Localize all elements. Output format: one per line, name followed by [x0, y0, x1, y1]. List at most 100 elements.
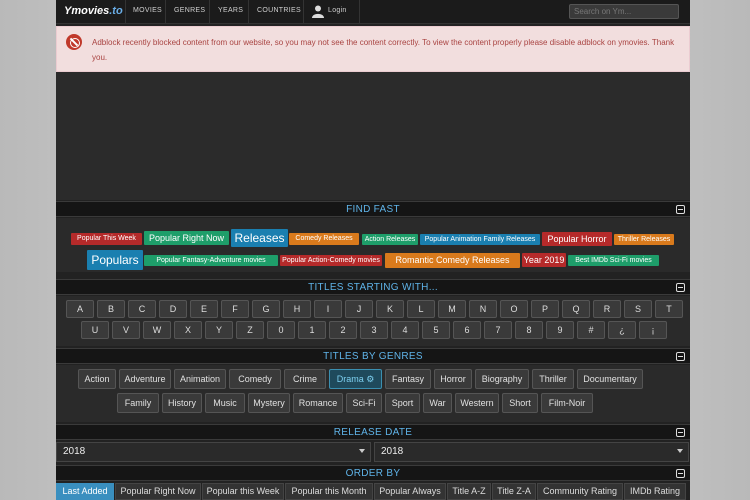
letter-button-¡[interactable]: ¡	[639, 321, 667, 339]
order-option[interactable]: Popular Always	[374, 483, 446, 500]
letter-button-8[interactable]: 8	[515, 321, 543, 339]
find-fast-tag[interactable]: Romantic Comedy Releases	[385, 253, 520, 268]
find-fast-tag[interactable]: Comedy Releases	[289, 233, 359, 245]
letter-button-0[interactable]: 0	[267, 321, 295, 339]
release-to-select[interactable]: 2018	[374, 442, 689, 462]
order-option[interactable]: Popular Right Now	[115, 483, 201, 500]
genre-button-western[interactable]: Western	[455, 393, 499, 413]
genre-button-family[interactable]: Family	[117, 393, 159, 413]
letter-button-6[interactable]: 6	[453, 321, 481, 339]
find-fast-tag[interactable]: Releases	[231, 229, 288, 247]
letter-button-1[interactable]: 1	[298, 321, 326, 339]
letter-button-R[interactable]: R	[593, 300, 621, 318]
genre-button-documentary[interactable]: Documentary	[577, 369, 643, 389]
genre-button-mystery[interactable]: Mystery	[248, 393, 290, 413]
letter-button-O[interactable]: O	[500, 300, 528, 318]
letter-button-D[interactable]: D	[159, 300, 187, 318]
letter-button-V[interactable]: V	[112, 321, 140, 339]
order-option[interactable]: Community Rating	[537, 483, 623, 500]
letter-button-S[interactable]: S	[624, 300, 652, 318]
nav-countries[interactable]: COUNTRIES	[257, 7, 301, 14]
letter-button-I[interactable]: I	[314, 300, 342, 318]
search-input[interactable]: Search on Ym...	[569, 4, 679, 19]
collapse-icon[interactable]	[676, 428, 685, 437]
find-fast-tag[interactable]: Popular Fantasy-Adventure movies	[144, 255, 278, 266]
nav-years[interactable]: YEARS	[218, 7, 243, 14]
genre-button-romance[interactable]: Romance	[293, 393, 343, 413]
letter-button-Q[interactable]: Q	[562, 300, 590, 318]
letter-button-G[interactable]: G	[252, 300, 280, 318]
letter-button-E[interactable]: E	[190, 300, 218, 318]
genre-button-horror[interactable]: Horror	[434, 369, 472, 389]
titles-starting-header: TITLES STARTING WITH...	[56, 279, 690, 295]
letter-button-M[interactable]: M	[438, 300, 466, 318]
letter-button-Z[interactable]: Z	[236, 321, 264, 339]
find-fast-tag[interactable]: Popular Action-Comedy movies	[280, 255, 382, 266]
find-fast-tag[interactable]: Best IMDb Sci-Fi movies	[568, 255, 659, 266]
letter-button-L[interactable]: L	[407, 300, 435, 318]
find-fast-tag[interactable]: Popular Animation Family Releases	[420, 234, 540, 245]
collapse-icon[interactable]	[676, 205, 685, 214]
letter-button-2[interactable]: 2	[329, 321, 357, 339]
letter-button-7[interactable]: 7	[484, 321, 512, 339]
genre-button-sci-fi[interactable]: Sci-Fi	[346, 393, 382, 413]
letter-button-Y[interactable]: Y	[205, 321, 233, 339]
genre-button-biography[interactable]: Biography	[475, 369, 529, 389]
collapse-icon[interactable]	[676, 352, 685, 361]
genre-button-adventure[interactable]: Adventure	[119, 369, 171, 389]
letter-button-#[interactable]: #	[577, 321, 605, 339]
letter-button-5[interactable]: 5	[422, 321, 450, 339]
genre-button-action[interactable]: Action	[78, 369, 116, 389]
letter-button-J[interactable]: J	[345, 300, 373, 318]
find-fast-tag[interactable]: Popular This Week	[71, 233, 142, 245]
letter-button-9[interactable]: 9	[546, 321, 574, 339]
release-from-select[interactable]: 2018	[56, 442, 371, 462]
genre-button-music[interactable]: Music	[205, 393, 245, 413]
genre-button-animation[interactable]: Animation	[174, 369, 226, 389]
find-fast-tag[interactable]: Populars	[87, 250, 143, 270]
genre-button-war[interactable]: War	[423, 393, 452, 413]
genre-button-short[interactable]: Short	[502, 393, 538, 413]
letter-button-K[interactable]: K	[376, 300, 404, 318]
find-fast-tag[interactable]: Action Releases	[362, 234, 418, 245]
site-logo[interactable]: Ymovies.to	[64, 5, 123, 17]
collapse-icon[interactable]	[676, 469, 685, 478]
letter-button-W[interactable]: W	[143, 321, 171, 339]
letter-button-X[interactable]: X	[174, 321, 202, 339]
collapse-icon[interactable]	[676, 283, 685, 292]
genre-button-history[interactable]: History	[162, 393, 202, 413]
letter-button-P[interactable]: P	[531, 300, 559, 318]
order-option[interactable]: Title Z-A	[492, 483, 536, 500]
letter-button-F[interactable]: F	[221, 300, 249, 318]
letter-button-4[interactable]: 4	[391, 321, 419, 339]
nav-movies[interactable]: MOVIES	[133, 7, 162, 14]
letter-button-B[interactable]: B	[97, 300, 125, 318]
genre-button-film-noir[interactable]: Film-Noir	[541, 393, 593, 413]
find-fast-tag[interactable]: Popular Horror	[542, 232, 612, 246]
letter-button-C[interactable]: C	[128, 300, 156, 318]
letter-button-¿[interactable]: ¿	[608, 321, 636, 339]
user-icon[interactable]	[312, 5, 324, 18]
order-option[interactable]: Last Added	[56, 483, 114, 500]
genre-button-sport[interactable]: Sport	[385, 393, 420, 413]
nav-login[interactable]: Login	[328, 7, 347, 14]
find-fast-tag[interactable]: Thriller Releases	[614, 234, 674, 245]
letter-button-3[interactable]: 3	[360, 321, 388, 339]
genre-button-drama[interactable]: Drama ⚙	[329, 369, 382, 389]
genre-button-comedy[interactable]: Comedy	[229, 369, 281, 389]
nav-genres[interactable]: GENRES	[174, 7, 205, 14]
order-option[interactable]: Popular this Week	[202, 483, 284, 500]
genre-button-crime[interactable]: Crime	[284, 369, 326, 389]
order-option[interactable]: Popular this Month	[285, 483, 373, 500]
order-option[interactable]: IMDb Rating	[624, 483, 686, 500]
genre-button-thriller[interactable]: Thriller	[532, 369, 574, 389]
letter-button-H[interactable]: H	[283, 300, 311, 318]
letter-button-A[interactable]: A	[66, 300, 94, 318]
letter-button-U[interactable]: U	[81, 321, 109, 339]
order-option[interactable]: Title A-Z	[447, 483, 491, 500]
letter-button-T[interactable]: T	[655, 300, 683, 318]
find-fast-tag[interactable]: Year 2019	[522, 253, 566, 267]
find-fast-tag[interactable]: Popular Right Now	[144, 231, 229, 245]
letter-button-N[interactable]: N	[469, 300, 497, 318]
genre-button-fantasy[interactable]: Fantasy	[385, 369, 431, 389]
